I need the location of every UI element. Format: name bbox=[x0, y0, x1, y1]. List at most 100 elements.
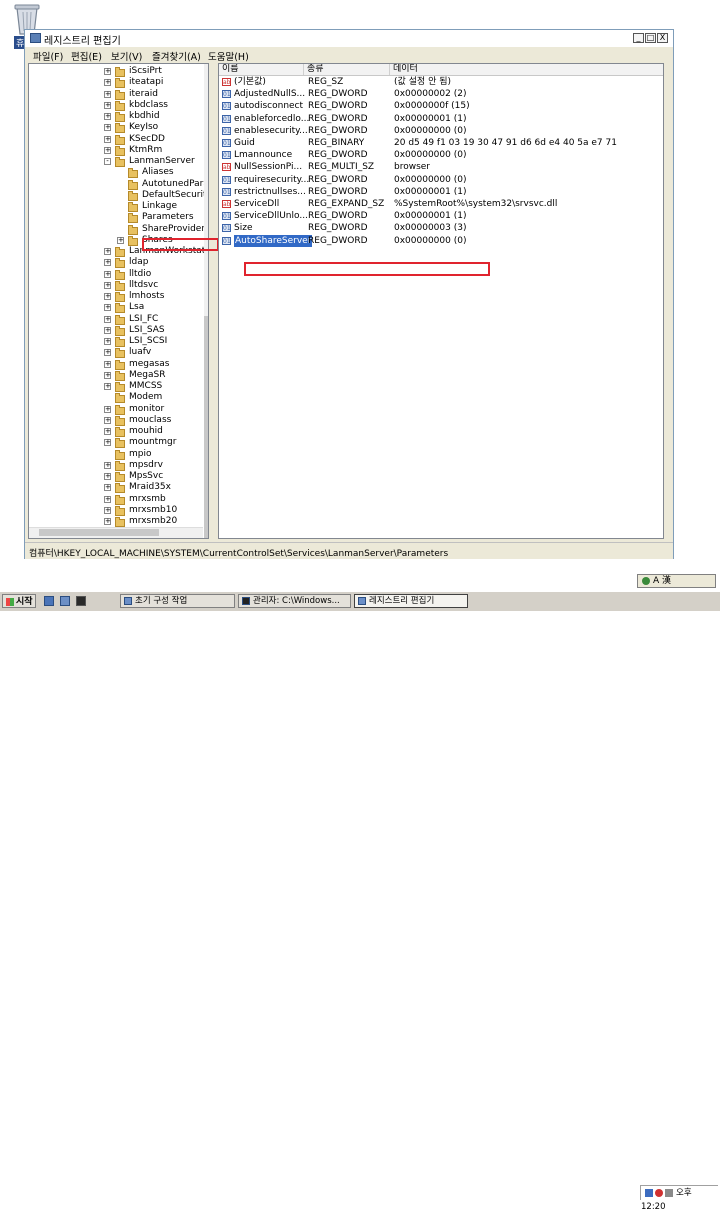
current-key-path: 컴퓨터\HKEY_LOCAL_MACHINE\SYSTEM\CurrentCon… bbox=[29, 549, 449, 559]
folder-icon bbox=[115, 145, 125, 156]
title-bar[interactable]: 레지스트리 편집기 _ □ X bbox=[25, 30, 673, 47]
security-alert-icon[interactable] bbox=[655, 1189, 663, 1197]
value-row[interactable]: 01 ServiceDllUnlo... REG_DWORD 0x00000001 (… bbox=[219, 210, 663, 222]
expand-toggle-icon[interactable]: + bbox=[104, 495, 111, 503]
windows-logo-icon bbox=[6, 598, 14, 606]
expand-toggle-icon[interactable]: + bbox=[104, 90, 111, 98]
tree-node-label: MegaSR bbox=[129, 369, 166, 380]
expand-toggle-icon[interactable]: + bbox=[104, 281, 111, 289]
expand-toggle-icon[interactable]: + bbox=[104, 371, 111, 379]
expand-toggle-icon[interactable]: + bbox=[104, 461, 111, 469]
tree-node-label: iScsiPrt bbox=[129, 66, 162, 76]
key-tree-pane[interactable]: + iScsiPrt + iteatapi + iteraid + kbdclass + kbdh… bbox=[28, 63, 209, 539]
folder-icon bbox=[115, 292, 125, 302]
value-row[interactable]: 01 Lmannounce REG_DWORD 0x00000000 (0) bbox=[219, 149, 663, 161]
value-type: REG_DWORD bbox=[308, 101, 368, 112]
expand-toggle-icon[interactable]: + bbox=[104, 304, 111, 312]
menu-view[interactable]: 보기(V) bbox=[111, 49, 142, 63]
folder-icon bbox=[128, 235, 138, 246]
value-row[interactable]: ab (기본값) REG_SZ (값 설정 안 됨) bbox=[219, 76, 663, 88]
expand-toggle-icon[interactable]: + bbox=[104, 146, 111, 154]
expand-toggle-icon[interactable]: + bbox=[104, 349, 111, 357]
expand-toggle-icon[interactable]: + bbox=[104, 506, 111, 514]
value-row[interactable]: 01 AutoShareServer REG_DWORD 0x00000000 (0) bbox=[219, 234, 663, 247]
folder-icon bbox=[115, 134, 125, 145]
expand-toggle-icon[interactable]: + bbox=[104, 259, 111, 267]
expand-toggle-icon[interactable]: + bbox=[104, 416, 111, 424]
expand-toggle-icon[interactable]: + bbox=[104, 326, 111, 334]
tree-node-label: ShareProviders bbox=[142, 223, 209, 234]
close-button[interactable]: X bbox=[657, 33, 668, 43]
taskbar-button-initial-config[interactable]: 초기 구성 작업 bbox=[120, 594, 235, 608]
value-row[interactable]: ab NullSessionPi... REG_MULTI_SZ browser bbox=[219, 161, 663, 173]
value-data: 0x00000000 (0) bbox=[394, 150, 467, 161]
expand-toggle-icon[interactable]: + bbox=[104, 79, 111, 87]
tree-hscroll-thumb[interactable] bbox=[39, 529, 159, 536]
expand-toggle-icon[interactable]: + bbox=[104, 383, 111, 390]
taskbar-button-regedit[interactable]: 레지스트리 편집기 bbox=[354, 594, 468, 608]
value-row[interactable]: ab ServiceDll REG_EXPAND_SZ %SystemRoot%\sy… bbox=[219, 198, 663, 210]
expand-toggle-icon[interactable]: + bbox=[104, 315, 111, 323]
ime-mode-label[interactable]: A 漢 bbox=[653, 576, 671, 586]
volume-icon[interactable] bbox=[665, 1189, 673, 1197]
value-list-pane[interactable]: 이름 종류 데이터 ab (기본값) REG_SZ (값 설정 안 됨) 01 Adjus… bbox=[218, 63, 664, 539]
collapse-toggle-icon[interactable]: - bbox=[104, 158, 111, 165]
expand-toggle-icon[interactable]: + bbox=[104, 101, 111, 109]
minimize-button[interactable]: _ bbox=[633, 33, 644, 43]
expand-toggle-icon[interactable]: + bbox=[104, 518, 111, 525]
expand-toggle-icon[interactable]: + bbox=[104, 135, 111, 143]
folder-icon bbox=[115, 460, 125, 471]
expand-toggle-icon[interactable]: + bbox=[104, 113, 111, 120]
start-button[interactable]: 시작 bbox=[2, 594, 36, 608]
expand-toggle-icon[interactable]: + bbox=[104, 248, 111, 255]
column-data-header[interactable]: 데이터 bbox=[390, 64, 663, 75]
value-row[interactable]: 01 Size REG_DWORD 0x00000003 (3) bbox=[219, 222, 663, 234]
menu-favorites[interactable]: 즐겨찾기(A) bbox=[152, 49, 201, 63]
expand-toggle-icon[interactable]: + bbox=[104, 338, 111, 345]
expand-toggle-icon[interactable]: + bbox=[117, 236, 124, 244]
value-row[interactable]: 01 requiresecurity... REG_DWORD 0x00000000 … bbox=[219, 174, 663, 186]
value-data: 0x00000000 (0) bbox=[394, 125, 467, 136]
expand-toggle-icon[interactable]: + bbox=[104, 484, 111, 492]
expand-toggle-icon[interactable]: + bbox=[104, 428, 111, 435]
value-row[interactable]: 01 restrictnullses... REG_DWORD 0x00000001 … bbox=[219, 186, 663, 198]
expand-toggle-icon[interactable]: + bbox=[104, 270, 111, 278]
value-row[interactable]: 01 enableforcedlo... REG_DWORD 0x00000001 (… bbox=[219, 113, 663, 125]
column-name-header[interactable]: 이름 bbox=[219, 64, 304, 75]
value-data: %SystemRoot%\system32\srvsvc.dll bbox=[394, 199, 558, 209]
value-row[interactable]: 01 AdjustedNullS... REG_DWORD 0x00000002 (2… bbox=[219, 88, 663, 100]
taskbar-button-cmd[interactable]: 관리자: C:\Windows... bbox=[238, 594, 351, 608]
tree-node-label: LSI_SCSI bbox=[129, 336, 168, 346]
value-row[interactable]: 01 enablesecurity... REG_DWORD 0x00000000 (… bbox=[219, 125, 663, 137]
expand-toggle-icon[interactable]: + bbox=[104, 439, 111, 447]
column-type-header[interactable]: 종류 bbox=[304, 64, 390, 75]
expand-toggle-icon[interactable]: + bbox=[104, 68, 111, 75]
ime-settings-icon[interactable] bbox=[642, 577, 650, 585]
expand-toggle-icon[interactable]: + bbox=[104, 124, 111, 132]
maximize-button[interactable]: □ bbox=[645, 33, 656, 43]
binary-value-icon: 01 bbox=[222, 114, 231, 123]
expand-toggle-icon[interactable]: + bbox=[104, 360, 111, 368]
show-desktop-icon[interactable] bbox=[44, 596, 54, 606]
network-icon[interactable] bbox=[645, 1189, 653, 1197]
expand-toggle-icon[interactable]: + bbox=[104, 293, 111, 300]
list-header: 이름 종류 데이터 bbox=[219, 64, 663, 76]
binary-value-icon: 01 bbox=[222, 102, 231, 111]
server-manager-icon[interactable] bbox=[60, 596, 70, 606]
value-row[interactable]: 01 autodisconnect REG_DWORD 0x0000000f (15) bbox=[219, 100, 663, 112]
expand-toggle-icon[interactable]: + bbox=[104, 405, 111, 413]
binary-value-icon: 01 bbox=[222, 187, 231, 196]
folder-icon bbox=[115, 78, 125, 89]
tree-scroll-thumb[interactable] bbox=[204, 316, 208, 538]
folder-icon bbox=[115, 89, 125, 100]
folder-icon bbox=[115, 393, 125, 404]
tree-node-label: mouhid bbox=[129, 426, 163, 436]
language-bar[interactable]: A 漢 bbox=[637, 574, 716, 588]
expand-toggle-icon[interactable]: + bbox=[104, 473, 111, 480]
command-prompt-icon[interactable] bbox=[76, 596, 86, 606]
value-row[interactable]: 01 Guid REG_BINARY 20 d5 49 f1 03 19 30 47 … bbox=[219, 137, 663, 149]
menu-file[interactable]: 파일(F) bbox=[33, 49, 63, 63]
value-type: REG_DWORD bbox=[308, 174, 368, 185]
menu-edit[interactable]: 편집(E) bbox=[71, 49, 102, 63]
menu-help[interactable]: 도움말(H) bbox=[208, 49, 249, 63]
